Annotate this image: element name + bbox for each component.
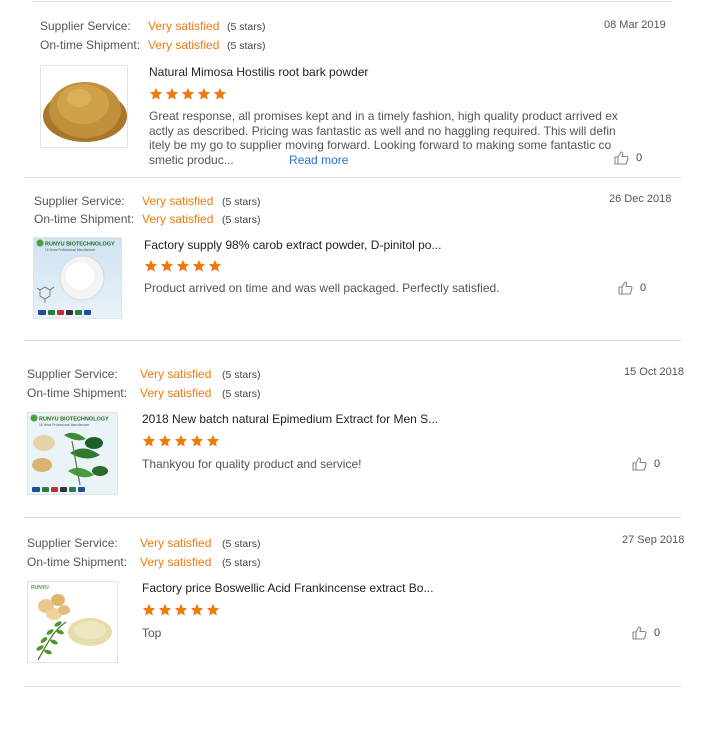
star-icon [213, 87, 227, 101]
star-icon [206, 434, 220, 448]
review-text-fragment: smetic produc... [149, 152, 234, 167]
review-text-line: itely be my go to supplier moving forwar… [149, 138, 612, 152]
review-text: Thankyou for quality product and service… [142, 457, 362, 471]
like-button[interactable]: 0 [632, 457, 660, 471]
star-icon [181, 87, 195, 101]
product-title[interactable]: Factory price Boswellic Acid Frankincens… [142, 581, 433, 595]
white-powder-image: RUNYU BIOTECHNOLOGY 16 Years Professiona… [34, 238, 121, 318]
thumb-brand: RUNYU [31, 585, 49, 591]
like-count: 0 [654, 458, 661, 470]
supplier-service-stars: (5 stars) [222, 196, 261, 208]
star-icon [192, 259, 206, 273]
star-icon [190, 434, 204, 448]
thumbs-up-icon [632, 626, 647, 640]
review-divider [24, 517, 681, 518]
thumbs-up-icon [614, 151, 629, 165]
shipment-stars: (5 stars) [222, 557, 261, 569]
like-button[interactable]: 0 [618, 281, 646, 295]
rating-stars [142, 603, 220, 617]
review-date: 08 Mar 2019 [604, 19, 666, 31]
like-count: 0 [654, 627, 661, 639]
star-icon [197, 87, 211, 101]
star-icon [206, 603, 220, 617]
review-date: 15 Oct 2018 [624, 366, 684, 378]
star-icon [208, 259, 222, 273]
product-thumbnail[interactable]: RUNYU BIOTECHNOLOGY 16 Years Professiona… [27, 412, 118, 495]
star-icon [142, 434, 156, 448]
star-icon [144, 259, 158, 273]
supplier-service-label: Supplier Service: [40, 19, 131, 33]
supplier-service-stars: (5 stars) [222, 369, 261, 381]
rating-stars [142, 434, 220, 448]
thumbs-up-icon [618, 281, 633, 295]
product-title[interactable]: Natural Mimosa Hostilis root bark powder [149, 65, 368, 79]
product-thumbnail[interactable]: RUNYU BIOTECHNOLOGY 16 Years Professiona… [33, 237, 122, 319]
rating-stars [149, 87, 227, 101]
product-thumbnail[interactable]: RUNYU [27, 581, 118, 663]
star-icon [174, 434, 188, 448]
star-icon [174, 603, 188, 617]
star-icon [158, 434, 172, 448]
supplier-service-label: Supplier Service: [27, 536, 118, 550]
product-thumbnail[interactable] [40, 65, 128, 148]
shipment-label: On-time Shipment: [27, 555, 128, 569]
star-icon [176, 259, 190, 273]
product-title[interactable]: 2018 New batch natural Epimedium Extract… [142, 412, 438, 426]
star-icon [190, 603, 204, 617]
supplier-service-label: Supplier Service: [27, 367, 118, 381]
star-icon [165, 87, 179, 101]
like-count: 0 [640, 282, 647, 294]
star-icon [142, 603, 156, 617]
supplier-service-label: Supplier Service: [34, 194, 125, 208]
shipment-stars: (5 stars) [227, 40, 266, 52]
supplier-service-value: Very satisfied [148, 19, 220, 33]
supplier-service-value: Very satisfied [142, 194, 214, 208]
star-icon [158, 603, 172, 617]
review-text: Product arrived on time and was well pac… [144, 281, 500, 295]
frankincense-image: RUNYU [28, 582, 117, 662]
rating-stars [144, 259, 222, 273]
supplier-service-stars: (5 stars) [222, 538, 261, 550]
thumb-slogan: 16 Years Professional Manufacturer [45, 248, 96, 252]
shipment-label: On-time Shipment: [40, 38, 141, 52]
review-date: 27 Sep 2018 [622, 534, 685, 546]
shipment-stars: (5 stars) [222, 214, 261, 226]
shipment-stars: (5 stars) [222, 388, 261, 400]
like-button[interactable]: 0 [614, 151, 642, 165]
review-divider [24, 686, 681, 687]
star-icon [160, 259, 174, 273]
thumb-brand: RUNYU BIOTECHNOLOGY [39, 417, 109, 423]
shipment-value: Very satisfied [140, 555, 212, 569]
like-button[interactable]: 0 [632, 626, 660, 640]
like-count: 0 [636, 152, 643, 164]
supplier-service-value: Very satisfied [140, 367, 212, 381]
review-text-line: actly as described. Pricing was fantasti… [149, 123, 616, 138]
review-divider [24, 340, 681, 341]
review-date: 26 Dec 2018 [609, 193, 672, 205]
supplier-service-stars: (5 stars) [227, 21, 266, 33]
review-text: Top [142, 626, 162, 640]
product-title[interactable]: Factory supply 98% carob extract powder,… [144, 238, 441, 252]
supplier-service-value: Very satisfied [140, 536, 212, 550]
review-text: Great response, all promises kept and in… [149, 109, 619, 167]
review-divider [24, 177, 681, 178]
review-text-line: smetic produc... Read more [149, 153, 619, 168]
shipment-value: Very satisfied [148, 38, 220, 52]
thumbs-up-icon [632, 457, 647, 471]
brown-powder-image [41, 66, 127, 147]
review-text-line: Great response, all promises kept and in… [149, 109, 618, 123]
epimedium-extract-image: RUNYU BIOTECHNOLOGY 16 Years Professiona… [28, 413, 117, 494]
shipment-value: Very satisfied [142, 212, 214, 226]
top-divider [32, 1, 672, 2]
shipment-value: Very satisfied [140, 386, 212, 400]
shipment-label: On-time Shipment: [27, 386, 128, 400]
read-more-link[interactable]: Read more [289, 153, 348, 167]
shipment-label: On-time Shipment: [34, 212, 135, 226]
star-icon [149, 87, 163, 101]
thumb-brand: RUNYU BIOTECHNOLOGY [45, 242, 115, 248]
thumb-slogan: 16 Years Professional Manufacturer [39, 423, 90, 427]
